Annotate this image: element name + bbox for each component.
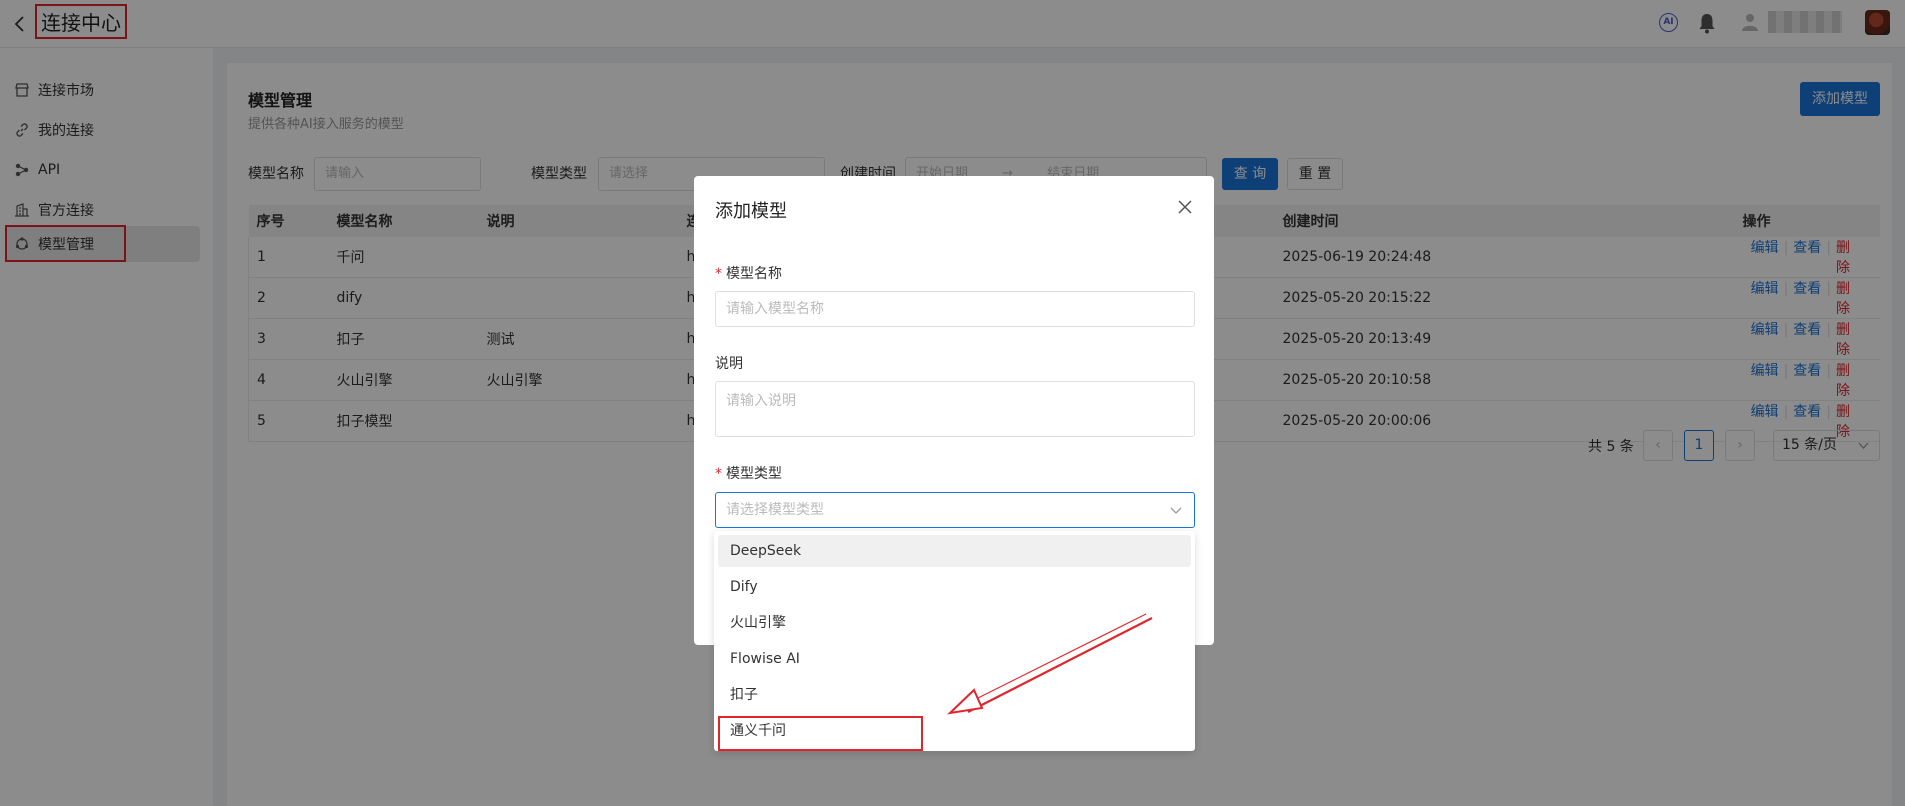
option-dify[interactable]: Dify	[718, 571, 1191, 603]
desc-textarea[interactable]: 请输入说明	[715, 381, 1195, 437]
desc-label: 说明	[715, 356, 743, 372]
model-name-label: * 模型名称	[715, 266, 782, 282]
chevron-down-icon	[1170, 507, 1182, 514]
model-name-input[interactable]: 请输入模型名称	[715, 291, 1195, 327]
annotation-arrow-icon	[947, 613, 1153, 715]
option-deepseek[interactable]: DeepSeek	[718, 535, 1191, 567]
close-icon[interactable]	[1176, 198, 1194, 216]
model-type-placeholder: 请选择模型类型	[726, 502, 824, 518]
model-type-label: * 模型类型	[715, 466, 782, 482]
model-type-select[interactable]: 请选择模型类型	[715, 492, 1195, 528]
dialog-title: 添加模型	[715, 201, 787, 222]
